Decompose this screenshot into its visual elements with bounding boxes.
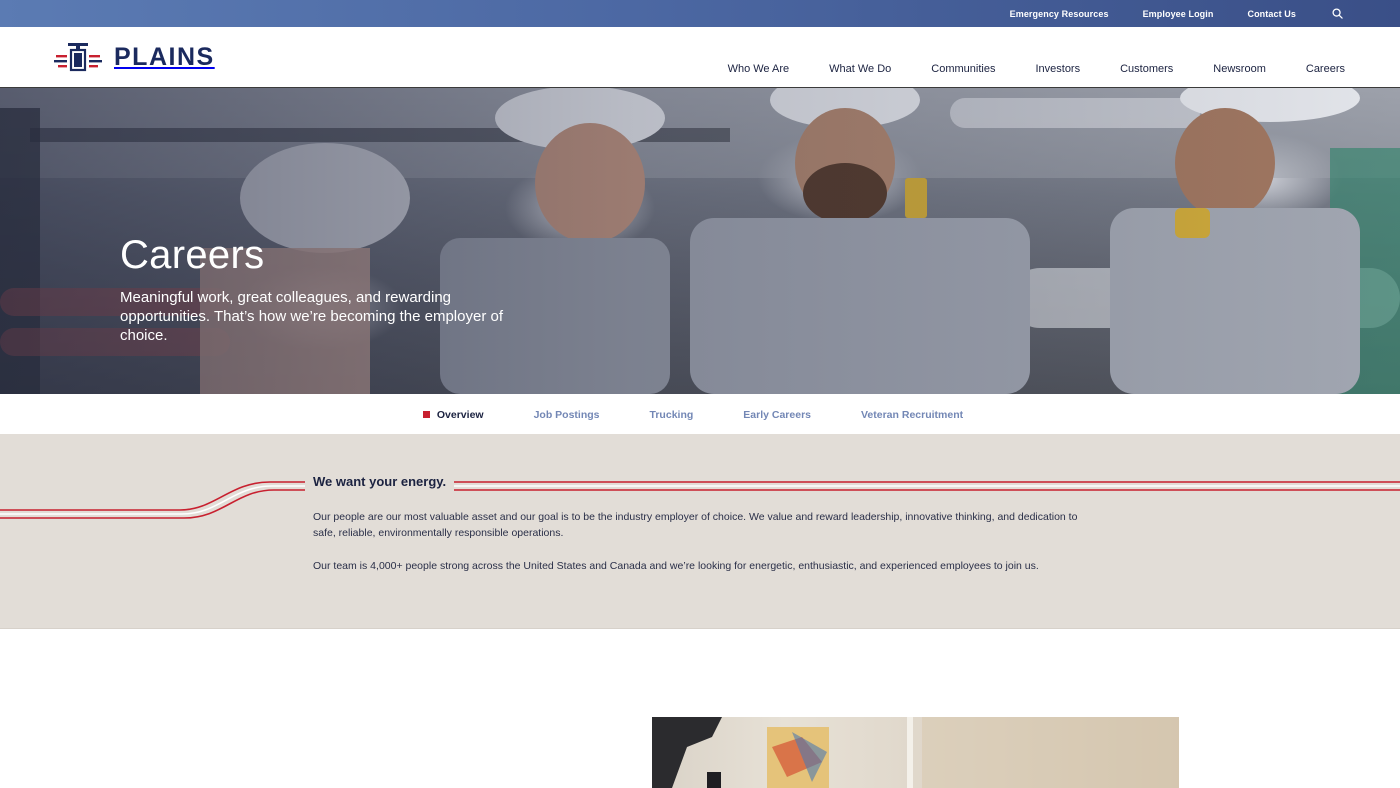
energy-section: We want your energy. Our people are our … — [0, 434, 1400, 629]
plains-logo-icon — [54, 43, 102, 72]
careers-subnav: Overview Job Postings Trucking Early Car… — [0, 395, 1400, 434]
nav-customers[interactable]: Customers — [1120, 63, 1173, 75]
energy-heading: We want your energy. — [305, 472, 455, 491]
nav-newsroom[interactable]: Newsroom — [1213, 63, 1266, 75]
nav-careers[interactable]: Careers — [1306, 63, 1345, 75]
subnav-trucking[interactable]: Trucking — [650, 409, 694, 421]
energy-paragraph-1: Our people are our most valuable asset a… — [313, 511, 1078, 539]
energy-paragraph-2: Our team is 4,000+ people strong across … — [313, 560, 1039, 572]
search-icon[interactable] — [1330, 7, 1344, 21]
employee-login-link[interactable]: Employee Login — [1143, 9, 1214, 19]
hero-subtitle: Meaningful work, great colleagues, and r… — [120, 289, 503, 344]
page-title: Careers — [120, 233, 265, 277]
active-marker-icon — [422, 411, 430, 418]
subnav-early-careers[interactable]: Early Careers — [743, 409, 811, 421]
utility-bar: Emergency Resources Employee Login Conta… — [0, 0, 1400, 27]
subnav-overview-label: Overview — [436, 408, 484, 421]
subnav-overview[interactable]: Overview — [422, 408, 484, 421]
emergency-resources-link[interactable]: Emergency Resources — [1010, 9, 1109, 19]
main-nav: Who We Are What We Do Communities Invest… — [688, 63, 1345, 75]
main-header: PLAINS Who We Are What We Do Communities… — [0, 27, 1400, 88]
nav-investors[interactable]: Investors — [1035, 63, 1080, 75]
office-photo-illustration — [652, 717, 1179, 788]
plains-logo[interactable]: PLAINS — [54, 42, 215, 72]
hero-banner: Careers Meaningful work, great colleague… — [0, 88, 1400, 394]
brand-name: PLAINS — [114, 42, 215, 71]
contact-us-link[interactable]: Contact Us — [1247, 9, 1296, 19]
nav-communities[interactable]: Communities — [931, 63, 995, 75]
content-section — [0, 629, 1400, 788]
nav-what-we-do[interactable]: What We Do — [829, 63, 891, 75]
nav-who-we-are[interactable]: Who We Are — [728, 63, 790, 75]
office-photo — [652, 717, 1179, 788]
subnav-veteran-recruitment[interactable]: Veteran Recruitment — [861, 409, 963, 421]
subnav-job-postings[interactable]: Job Postings — [534, 409, 600, 421]
